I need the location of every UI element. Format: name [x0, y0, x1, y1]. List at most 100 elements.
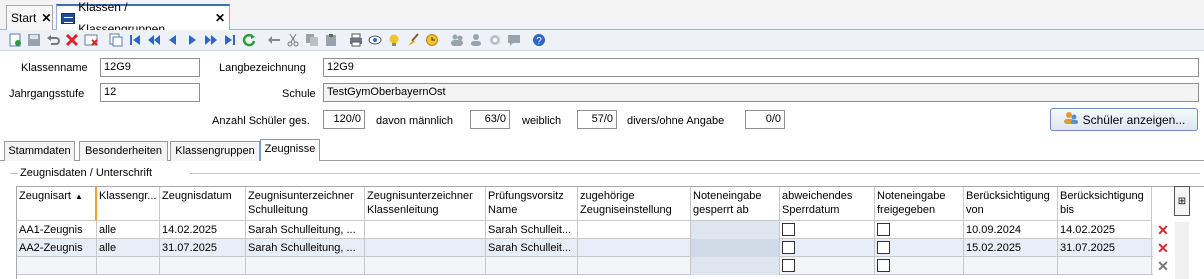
cell-zeugnisdatum[interactable]: 14.02.2025	[160, 221, 246, 239]
show-students-label: Schüler anzeigen...	[1082, 112, 1186, 127]
tab-klassen[interactable]: Klassen / Klassengruppen ✕	[56, 0, 230, 36]
clock-icon[interactable]	[423, 31, 441, 49]
close-icon[interactable]: ✕	[41, 7, 51, 29]
maennlich-label: davon männlich	[376, 115, 454, 127]
header-beruecksichtigung-bis[interactable]: Berücksichtigung bis	[1058, 187, 1152, 221]
cell-schulleitung[interactable]: Sarah Schulleitung, ...	[246, 239, 365, 257]
cell-pruefungsvorsitz[interactable]: Sarah Schulleit...	[486, 239, 578, 257]
tab-klassengruppen[interactable]: Klassengruppen	[170, 141, 260, 161]
cell-gesperrt-ab[interactable]	[691, 221, 780, 239]
cell-pruefungsvorsitz[interactable]: Sarah Schulleit...	[486, 221, 578, 239]
sperrdatum-checkbox[interactable]	[782, 259, 795, 272]
new-icon[interactable]	[6, 31, 24, 49]
save-icon[interactable]	[25, 31, 43, 49]
vertical-scrollbar[interactable]	[1175, 222, 1189, 279]
freigegeben-checkbox[interactable]	[877, 259, 890, 272]
delete-form-icon[interactable]	[82, 31, 100, 49]
header-pruefungsvorsitz[interactable]: Prüfungsvorsitz Name	[486, 187, 578, 221]
column-chooser-icon[interactable]: ⊞	[1174, 186, 1190, 216]
next-page-icon[interactable]	[202, 31, 220, 49]
tab-besonderheiten[interactable]: Besonderheiten	[79, 141, 168, 161]
cell-sperrdatum[interactable]	[780, 221, 875, 239]
header-beruecksichtigung-von[interactable]: Berücksichtigung von	[964, 187, 1058, 221]
users-icon[interactable]	[448, 31, 466, 49]
next-icon[interactable]	[183, 31, 201, 49]
header-zeugniseinstellung[interactable]: zugehörige Zeugniseinstellung	[578, 187, 691, 221]
cell-zeugniseinstellung[interactable]	[578, 221, 691, 239]
delete-icon[interactable]	[63, 31, 81, 49]
tab-stammdaten[interactable]: Stammdaten	[4, 141, 75, 161]
preview-icon[interactable]	[366, 31, 384, 49]
help-icon[interactable]: ?	[530, 31, 548, 49]
maennlich-value: 63/0	[470, 110, 510, 129]
klassenname-label: Klassenname	[21, 62, 88, 74]
last-icon[interactable]	[221, 31, 239, 49]
cut-icon[interactable]	[284, 31, 302, 49]
header-sperrdatum[interactable]: abweichendes Sperrdatum	[780, 187, 875, 221]
first-icon[interactable]	[126, 31, 144, 49]
cell-sperrdatum[interactable]	[780, 239, 875, 257]
anzahl-schueler-label: Anzahl Schüler ges.	[212, 115, 310, 127]
delete-row-icon[interactable]: ✕	[1156, 223, 1170, 237]
user-icon[interactable]	[467, 31, 485, 49]
cell-zeugniseinstellung[interactable]	[578, 239, 691, 257]
table-row[interactable]: AA2-Zeugnis alle 31.07.2025 Sarah Schull…	[17, 239, 1153, 257]
refresh-icon[interactable]	[240, 31, 258, 49]
header-klassengruppe[interactable]: Klassengr...	[97, 187, 160, 221]
cell-zeugnisart[interactable]: AA2-Zeugnis	[17, 239, 97, 257]
paste-icon[interactable]	[322, 31, 340, 49]
tab-zeugnisse[interactable]: Zeugnisse	[260, 139, 320, 161]
hint-icon[interactable]	[385, 31, 403, 49]
prev-page-icon[interactable]	[145, 31, 163, 49]
sperrdatum-checkbox[interactable]	[782, 223, 795, 236]
cell-von[interactable]: 10.09.2024	[964, 221, 1058, 239]
delete-row-icon[interactable]: ✕	[1156, 259, 1170, 273]
cell-zeugnisart[interactable]: AA1-Zeugnis	[17, 221, 97, 239]
header-schulleitung[interactable]: Zeugnisunterzeichner Schulleitung	[246, 187, 365, 221]
close-icon[interactable]: ✕	[215, 7, 225, 29]
tab-start[interactable]: Start ✕	[6, 5, 53, 30]
jahrgangsstufe-field[interactable]: 12	[100, 83, 200, 102]
table-row[interactable]: AA1-Zeugnis alle 14.02.2025 Sarah Schull…	[17, 221, 1153, 239]
back-arrow-icon[interactable]	[265, 31, 283, 49]
header-gesperrt-ab[interactable]: Noteneingabe gesperrt ab	[691, 187, 780, 221]
header-freigegeben[interactable]: Noteneingabe freigegeben	[875, 187, 964, 221]
show-students-button[interactable]: Schüler anzeigen...	[1050, 108, 1198, 131]
cell-bis[interactable]: 31.07.2025	[1058, 239, 1152, 257]
copy-form-icon[interactable]	[107, 31, 125, 49]
sperrdatum-checkbox[interactable]	[782, 241, 795, 254]
cell-bis[interactable]: 14.02.2025	[1058, 221, 1152, 239]
langbezeichnung-field[interactable]: 12G9	[323, 58, 1199, 77]
cell-klassengruppe[interactable]: alle	[97, 239, 160, 257]
cell-gesperrt-ab[interactable]	[691, 239, 780, 257]
klassenname-field[interactable]: 12G9	[100, 58, 200, 77]
cell-klassenleitung[interactable]	[365, 221, 486, 239]
cell-von[interactable]: 15.02.2025	[964, 239, 1058, 257]
message-icon[interactable]	[505, 31, 523, 49]
cell-freigegeben[interactable]	[875, 239, 964, 257]
header-zeugnisdatum[interactable]: Zeugnisdatum	[160, 187, 246, 221]
undo-icon[interactable]	[44, 31, 62, 49]
freigegeben-checkbox[interactable]	[877, 223, 890, 236]
delete-row-icon[interactable]: ✕	[1156, 241, 1170, 255]
copy-icon[interactable]	[303, 31, 321, 49]
svg-text:?: ?	[536, 36, 542, 47]
new-row[interactable]	[17, 257, 1153, 275]
cell-freigegeben[interactable]	[875, 221, 964, 239]
toolbar: ?	[0, 30, 1204, 51]
cell-schulleitung[interactable]: Sarah Schulleitung, ...	[246, 221, 365, 239]
freigegeben-checkbox[interactable]	[877, 241, 890, 254]
cell-klassengruppe[interactable]: alle	[97, 221, 160, 239]
cell-zeugnisdatum[interactable]: 31.07.2025	[160, 239, 246, 257]
broom-icon[interactable]	[404, 31, 422, 49]
prev-icon[interactable]	[164, 31, 182, 49]
schule-field: TestGymOberbayernOst	[323, 83, 1199, 102]
langbezeichnung-label: Langbezeichnung	[219, 62, 306, 74]
students-icon	[1063, 111, 1079, 128]
print-icon[interactable]	[347, 31, 365, 49]
settings-icon[interactable]	[486, 31, 504, 49]
header-zeugnisart[interactable]: Zeugnisart ▲	[17, 187, 97, 221]
tab-start-label: Start	[11, 11, 37, 25]
header-klassenleitung[interactable]: Zeugnisunterzeichner Klassenleitung	[365, 187, 486, 221]
cell-klassenleitung[interactable]	[365, 239, 486, 257]
